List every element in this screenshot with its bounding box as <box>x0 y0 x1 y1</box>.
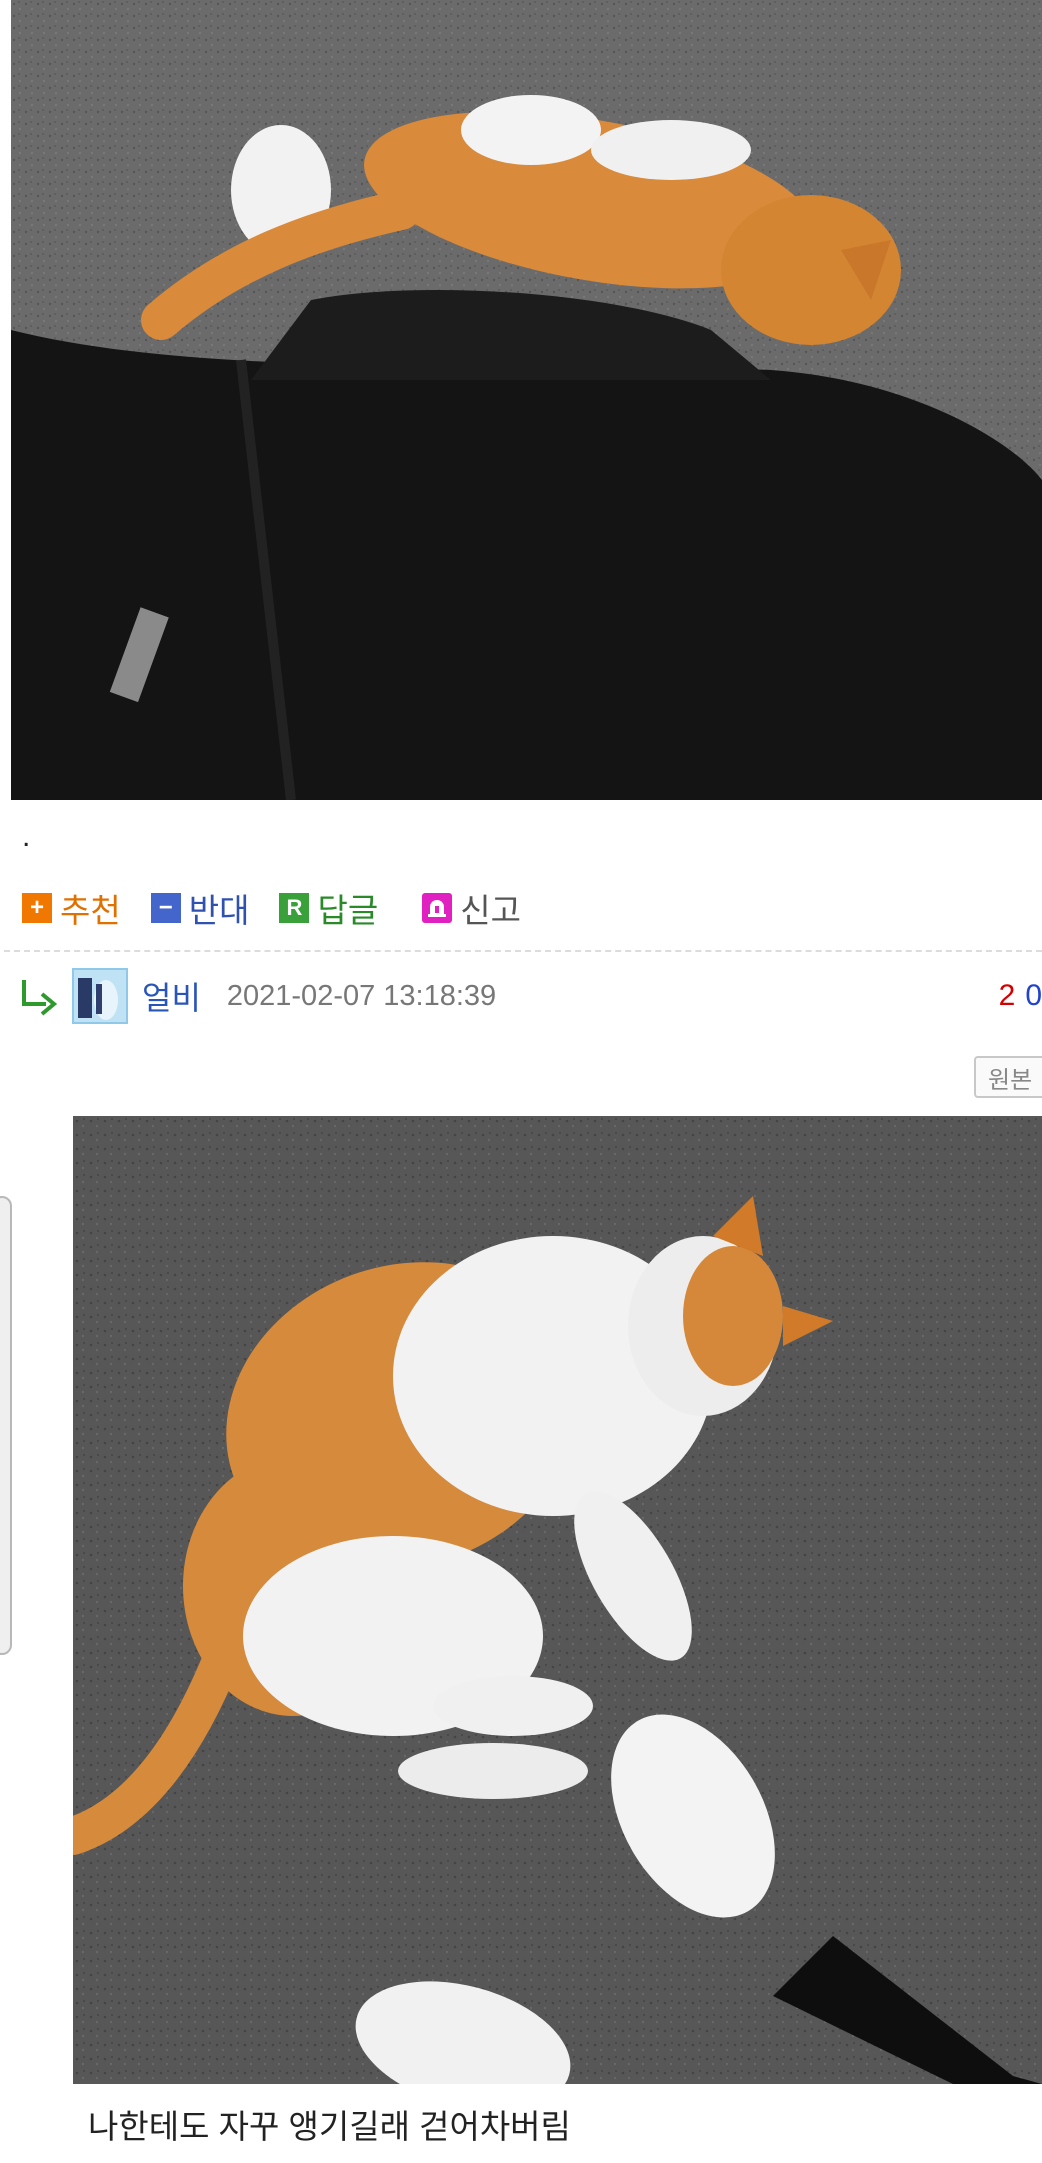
oppose-button[interactable]: − 반대 <box>150 884 250 932</box>
reply-arrow-icon <box>22 980 58 1016</box>
view-original-button[interactable]: 원본 <box>974 1056 1042 1098</box>
report-label: 신고 <box>460 892 521 929</box>
comment-nickname[interactable]: 얼비 <box>142 973 201 1019</box>
reply-r-icon: R <box>279 893 310 923</box>
upvote-count: 2 <box>998 979 1016 1012</box>
reply-button[interactable]: R 답글 <box>279 884 378 932</box>
post-text: . <box>22 820 31 853</box>
post-action-bar: + 추천 − 반대 R 답글 신고 <box>22 886 551 930</box>
downvote-count: 0 <box>1025 979 1042 1012</box>
minus-icon: − <box>150 893 181 923</box>
post-photo-cat-walking <box>11 0 1042 800</box>
siren-icon <box>422 893 453 923</box>
recommend-button[interactable]: + 추천 <box>22 884 121 932</box>
comment-photo-cat-lying <box>73 1116 1042 2084</box>
divider <box>4 950 1042 952</box>
oppose-label: 반대 <box>188 892 250 929</box>
side-scroll-handle[interactable] <box>0 1196 12 1655</box>
comment-votes: 2 0 <box>999 968 1042 1024</box>
comment-header: 얼비 2021-02-07 13:18:39 2 0 <box>20 968 1042 1024</box>
avatar[interactable] <box>72 968 128 1024</box>
reply-label: 답글 <box>317 892 379 929</box>
report-button[interactable]: 신고 <box>422 884 521 932</box>
comment-text: 나한테도 자꾸 앵기길래 걷어차버림 <box>88 2108 571 2145</box>
recommend-label: 추천 <box>60 892 121 929</box>
plus-icon: + <box>22 893 52 923</box>
comment-date: 2021-02-07 13:18:39 <box>226 979 497 1012</box>
